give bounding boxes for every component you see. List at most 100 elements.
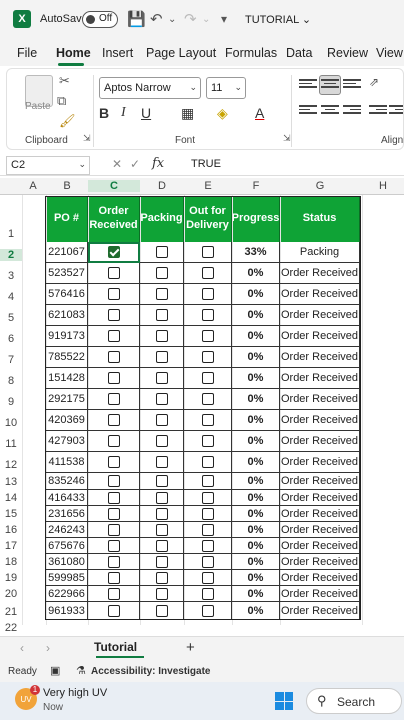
po-cell[interactable]: 961933 bbox=[46, 602, 88, 620]
status-cell[interactable]: Order Received bbox=[280, 305, 360, 326]
out-for-delivery-checkbox[interactable] bbox=[184, 368, 232, 389]
po-cell[interactable]: 599985 bbox=[46, 570, 88, 586]
out-for-delivery-checkbox[interactable] bbox=[184, 263, 232, 284]
redo-icon[interactable]: ↷ bbox=[184, 10, 197, 28]
checkbox-icon[interactable] bbox=[155, 587, 168, 600]
progress-cell[interactable]: 0% bbox=[232, 522, 280, 538]
font-name-select[interactable]: Aptos Narrow ⌄ bbox=[99, 77, 201, 99]
formula-input[interactable]: TRUE bbox=[191, 158, 221, 170]
po-cell[interactable]: 292175 bbox=[46, 389, 88, 410]
progress-cell[interactable]: 0% bbox=[232, 538, 280, 554]
packing-checkbox[interactable] bbox=[140, 554, 184, 570]
packing-checkbox[interactable] bbox=[140, 452, 184, 473]
name-box[interactable]: C2 ⌄ bbox=[6, 156, 90, 175]
column-header-g[interactable]: G bbox=[280, 180, 360, 192]
checkbox-icon[interactable] bbox=[201, 604, 214, 617]
align-right-icon[interactable] bbox=[343, 103, 361, 117]
order-received-checkbox[interactable] bbox=[88, 284, 140, 305]
checkbox-icon[interactable] bbox=[155, 372, 168, 384]
progress-cell[interactable]: 0% bbox=[232, 554, 280, 570]
po-cell[interactable]: 919173 bbox=[46, 326, 88, 347]
progress-cell[interactable]: 0% bbox=[232, 602, 280, 620]
checkbox-icon[interactable] bbox=[155, 351, 168, 363]
checkbox-icon[interactable] bbox=[107, 330, 120, 342]
row-header[interactable]: 11 bbox=[0, 438, 22, 450]
cancel-icon[interactable]: ✕ bbox=[112, 157, 122, 171]
packing-checkbox[interactable] bbox=[140, 326, 184, 347]
tab-data[interactable]: Data bbox=[286, 46, 312, 60]
column-header-d[interactable]: D bbox=[140, 180, 184, 192]
status-cell[interactable]: Order Received bbox=[280, 554, 360, 570]
order-received-checkbox[interactable] bbox=[88, 490, 140, 506]
row-header[interactable]: 4 bbox=[0, 291, 22, 303]
po-cell[interactable]: 221067 bbox=[46, 242, 88, 263]
out-for-delivery-checkbox[interactable] bbox=[184, 602, 232, 620]
checkbox-icon[interactable] bbox=[107, 475, 120, 487]
progress-cell[interactable]: 0% bbox=[232, 506, 280, 522]
order-received-checkbox[interactable] bbox=[88, 570, 140, 586]
row-header[interactable]: 10 bbox=[0, 417, 22, 429]
status-cell[interactable]: Order Received bbox=[280, 538, 360, 554]
order-received-checkbox[interactable] bbox=[88, 522, 140, 538]
order-received-checkbox[interactable] bbox=[88, 506, 140, 522]
prev-sheet-icon[interactable]: ‹ bbox=[20, 641, 24, 655]
po-cell[interactable]: 416433 bbox=[46, 490, 88, 506]
checkbox-checked-icon[interactable] bbox=[107, 246, 120, 258]
order-received-checkbox[interactable] bbox=[88, 554, 140, 570]
packing-checkbox[interactable] bbox=[140, 506, 184, 522]
checkbox-icon[interactable] bbox=[107, 555, 120, 568]
header-progress[interactable]: Progress bbox=[232, 196, 280, 242]
checkbox-icon[interactable] bbox=[155, 507, 168, 520]
checkbox-icon[interactable] bbox=[107, 435, 120, 447]
progress-cell[interactable]: 0% bbox=[232, 326, 280, 347]
header-po[interactable]: PO # bbox=[46, 196, 88, 242]
checkbox-icon[interactable] bbox=[107, 372, 120, 384]
out-for-delivery-checkbox[interactable] bbox=[184, 284, 232, 305]
out-for-delivery-checkbox[interactable] bbox=[184, 326, 232, 347]
checkbox-icon[interactable] bbox=[107, 523, 120, 536]
checkbox-icon[interactable] bbox=[107, 351, 120, 363]
redo-dropdown-icon[interactable]: ⌄ bbox=[202, 14, 210, 25]
checkbox-icon[interactable] bbox=[201, 539, 214, 552]
order-received-checkbox[interactable] bbox=[88, 326, 140, 347]
row-header[interactable]: 5 bbox=[0, 312, 22, 324]
checkbox-icon[interactable] bbox=[155, 246, 168, 258]
checkbox-icon[interactable] bbox=[201, 330, 214, 342]
row-header[interactable]: 20 bbox=[0, 588, 22, 600]
bold-icon[interactable]: B bbox=[99, 105, 109, 121]
align-left-icon[interactable] bbox=[299, 103, 317, 117]
status-cell[interactable]: Order Received bbox=[280, 410, 360, 431]
order-received-checkbox[interactable] bbox=[88, 410, 140, 431]
add-sheet-button[interactable]: + bbox=[186, 639, 195, 656]
status-cell[interactable]: Order Received bbox=[280, 389, 360, 410]
order-received-checkbox[interactable] bbox=[88, 263, 140, 284]
tab-review[interactable]: Review bbox=[327, 46, 368, 60]
checkbox-icon[interactable] bbox=[201, 475, 214, 487]
header-packing[interactable]: Packing bbox=[140, 196, 184, 242]
customize-toolbar-icon[interactable]: ▾ bbox=[221, 12, 227, 26]
out-for-delivery-checkbox[interactable] bbox=[184, 305, 232, 326]
row-header[interactable]: 16 bbox=[0, 524, 22, 536]
status-cell[interactable]: Order Received bbox=[280, 431, 360, 452]
checkbox-icon[interactable] bbox=[107, 393, 120, 405]
packing-checkbox[interactable] bbox=[140, 263, 184, 284]
progress-cell[interactable]: 0% bbox=[232, 347, 280, 368]
order-received-checkbox[interactable] bbox=[88, 347, 140, 368]
checkbox-icon[interactable] bbox=[201, 267, 214, 279]
order-received-checkbox[interactable] bbox=[88, 473, 140, 490]
accessibility-status[interactable]: Accessibility: Investigate bbox=[91, 666, 211, 677]
progress-cell[interactable]: 0% bbox=[232, 452, 280, 473]
progress-cell[interactable]: 0% bbox=[232, 368, 280, 389]
column-header-h[interactable]: H bbox=[362, 180, 404, 192]
status-cell[interactable]: Order Received bbox=[280, 284, 360, 305]
out-for-delivery-checkbox[interactable] bbox=[184, 490, 232, 506]
row-header[interactable]: 22 bbox=[0, 622, 22, 634]
packing-checkbox[interactable] bbox=[140, 284, 184, 305]
row-header[interactable]: 6 bbox=[0, 333, 22, 345]
order-received-checkbox[interactable] bbox=[88, 452, 140, 473]
row-header[interactable]: 8 bbox=[0, 375, 22, 387]
column-header-b[interactable]: B bbox=[46, 180, 88, 192]
column-header-c[interactable]: C bbox=[88, 180, 140, 192]
row-header[interactable]: 12 bbox=[0, 459, 22, 471]
po-cell[interactable]: 785522 bbox=[46, 347, 88, 368]
